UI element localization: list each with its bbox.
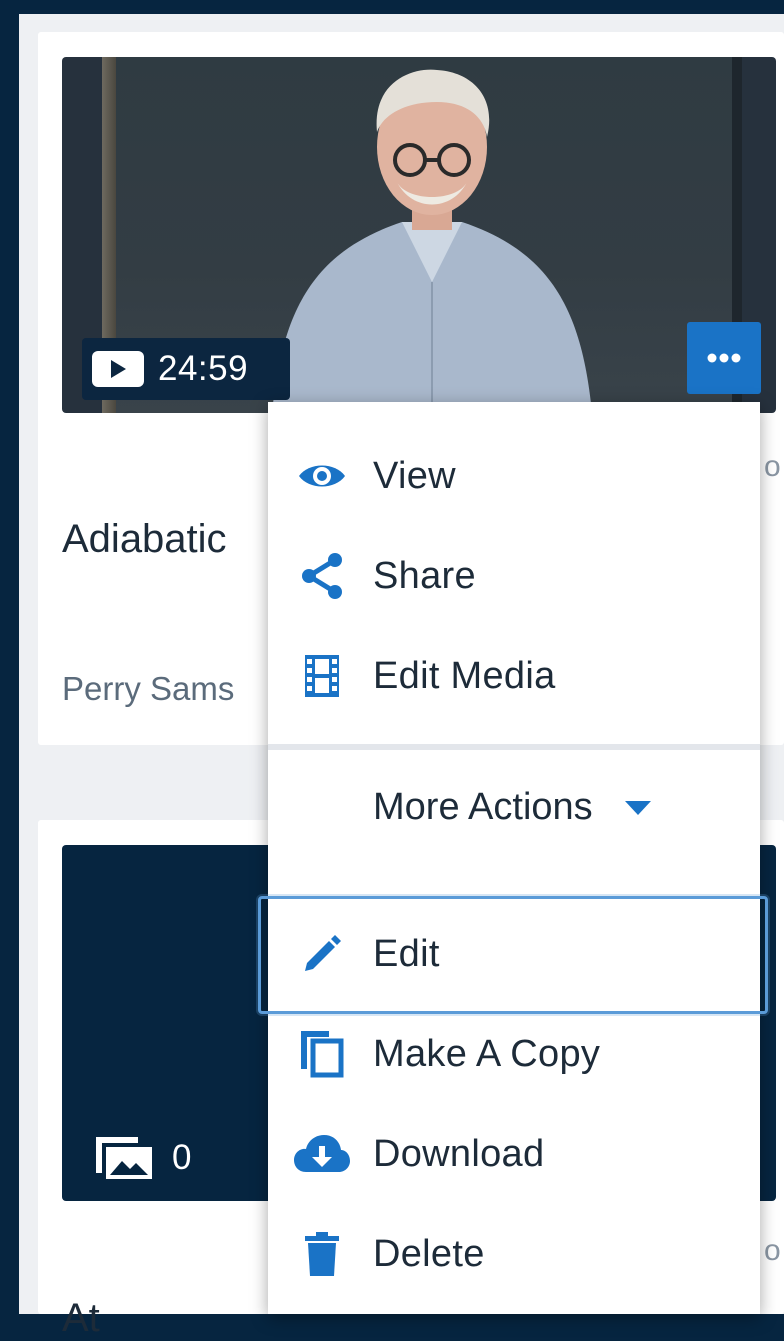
- media-author: Perry Sams: [62, 670, 235, 707]
- menu-item-view[interactable]: View: [268, 431, 760, 521]
- menu-item-label: Delete: [373, 1232, 485, 1275]
- media-title[interactable]: At: [62, 1296, 100, 1341]
- image-count-badge: 0: [94, 1135, 191, 1181]
- duration-text: 24:59: [158, 349, 249, 388]
- media-title[interactable]: Adiabatic: [62, 517, 227, 562]
- truncated-text: o: [764, 1234, 781, 1267]
- menu-item-share[interactable]: Share: [268, 531, 760, 621]
- menu-item-download[interactable]: Download: [268, 1109, 760, 1199]
- trash-icon: [294, 1226, 350, 1282]
- cloud-download-icon: [294, 1126, 350, 1182]
- more-actions-label: More Actions: [373, 786, 593, 828]
- menu-divider: [268, 744, 760, 750]
- ellipsis-icon: [707, 353, 741, 363]
- menu-item-label: Download: [373, 1132, 545, 1175]
- copy-icon: [294, 1026, 350, 1082]
- menu-item-label: Edit Media: [373, 654, 556, 697]
- truncated-text: o: [764, 450, 781, 483]
- image-count: 0: [172, 1138, 192, 1177]
- presenter-image: [272, 69, 592, 413]
- actions-menu: View Share Edit Media More Actions Edit …: [258, 402, 768, 1314]
- menu-item-delete[interactable]: Delete: [268, 1209, 760, 1299]
- pencil-icon: [294, 926, 350, 982]
- menu-item-label: Make A Copy: [373, 1032, 601, 1075]
- share-icon: [294, 548, 350, 604]
- more-actions-toggle[interactable]: More Actions: [373, 786, 651, 829]
- eye-icon: [294, 448, 350, 504]
- menu-item-edit-media[interactable]: Edit Media: [268, 631, 760, 721]
- duration-badge: 24:59: [82, 338, 290, 400]
- menu-item-label: View: [373, 454, 456, 497]
- menu-item-edit[interactable]: Edit: [268, 909, 760, 999]
- menu-item-label: Share: [373, 554, 476, 597]
- more-options-button[interactable]: [687, 322, 761, 394]
- images-icon: [96, 1137, 152, 1179]
- menu-item-make-a-copy[interactable]: Make A Copy: [268, 1009, 760, 1099]
- menu-item-label: Edit: [373, 932, 440, 975]
- play-icon: [92, 351, 144, 387]
- caret-down-icon: [624, 800, 651, 815]
- film-icon: [294, 648, 350, 704]
